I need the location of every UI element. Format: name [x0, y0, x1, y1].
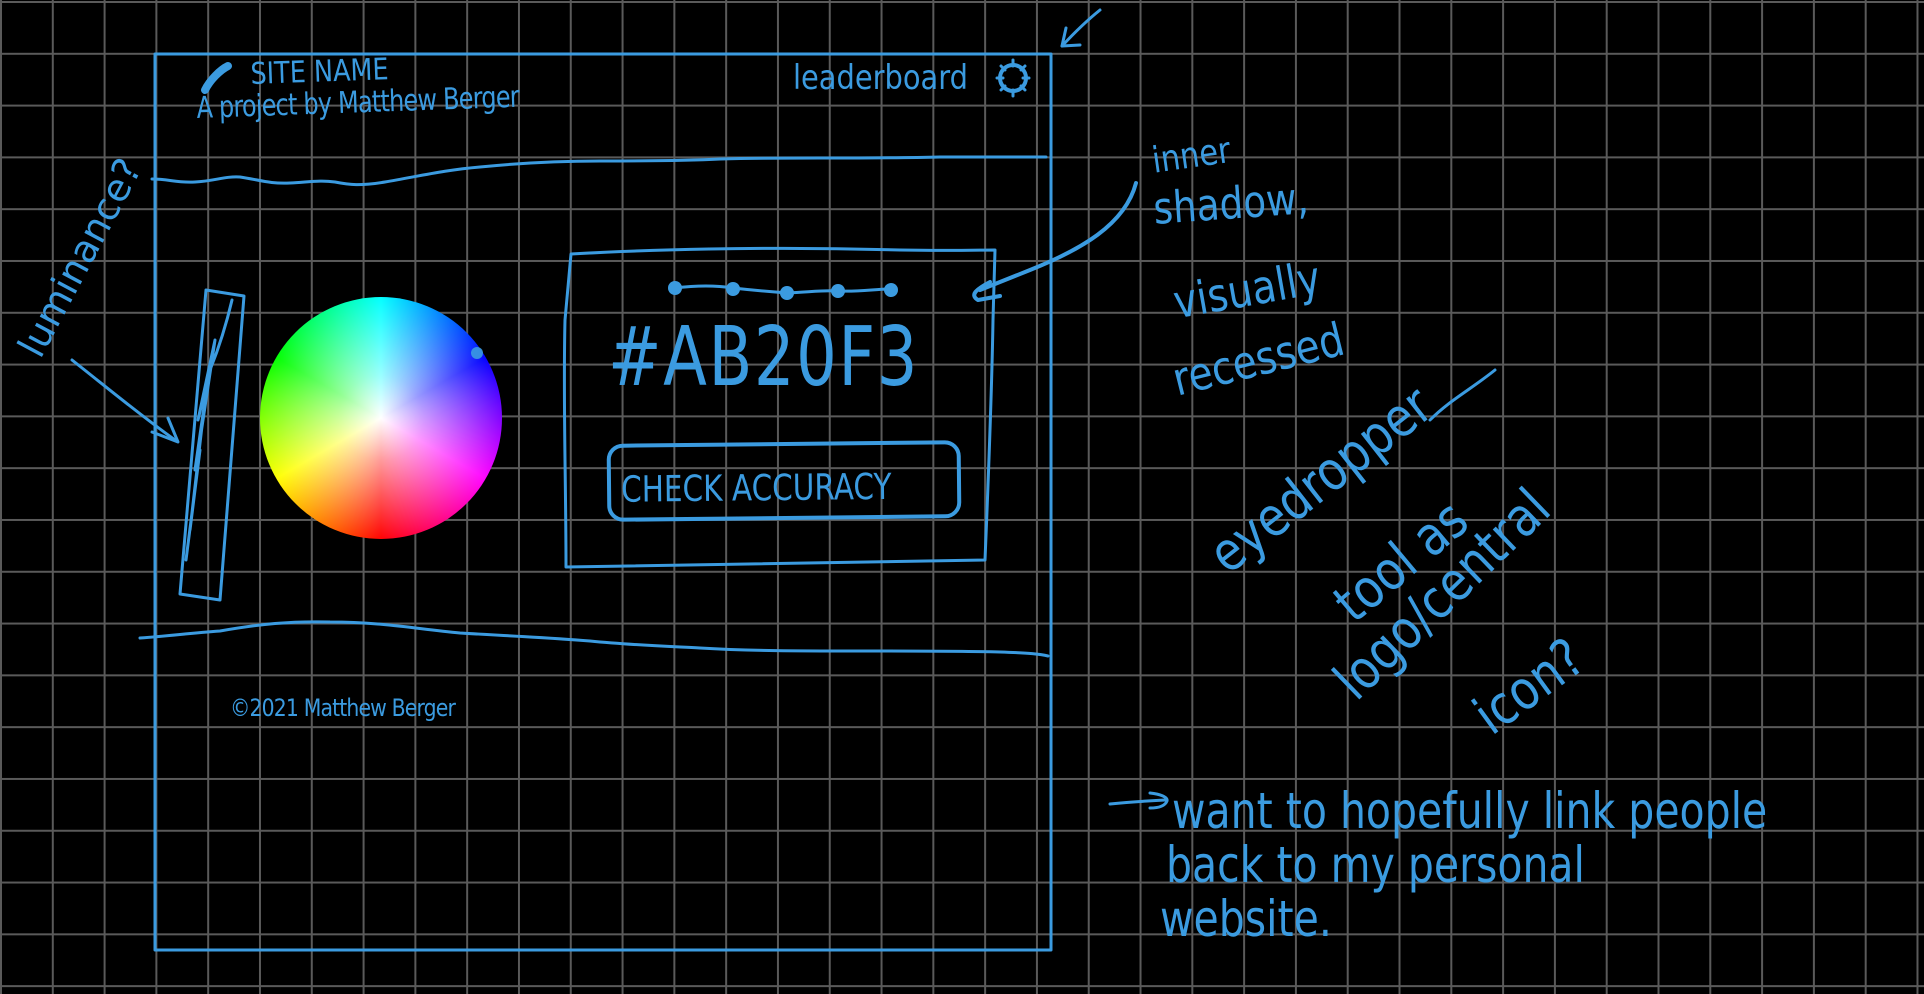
- check-accuracy-button[interactable]: CHECK ACCURACY: [606, 440, 962, 522]
- progress-dot[interactable]: [884, 283, 898, 297]
- color-wheel[interactable]: [260, 297, 502, 539]
- luminance-slider-outline: [178, 288, 246, 602]
- progress-dot[interactable]: [780, 286, 794, 300]
- settings-button[interactable]: [993, 56, 1033, 100]
- luminance-arrow: [70, 358, 177, 442]
- footer-copyright: ©2021 Matthew Berger: [230, 694, 456, 722]
- header-divider: [150, 155, 1048, 187]
- website-arrow: [1108, 798, 1167, 806]
- progress-dot[interactable]: [726, 282, 740, 296]
- color-wheel-handle[interactable]: [471, 347, 483, 359]
- inner-shadow-arrow: [978, 181, 1138, 292]
- annotation-shadow: shadow,: [1151, 173, 1311, 235]
- leaderboard-link[interactable]: leaderboard: [793, 58, 968, 98]
- annotation-website-line2: back to my personal: [1166, 836, 1585, 894]
- footer-divider: [138, 620, 1050, 658]
- progress-dot[interactable]: [668, 281, 682, 295]
- corner-arrow: [1060, 8, 1102, 48]
- gear-icon: [995, 58, 1031, 98]
- hex-code-display: #AB20F3: [608, 310, 920, 405]
- check-accuracy-label: CHECK ACCURACY: [620, 466, 892, 511]
- logo-leaf: [201, 62, 232, 94]
- eyedropper-flourish: [1428, 368, 1497, 422]
- annotation-website-line1: want to hopefully link people: [1172, 782, 1768, 840]
- progress-dot[interactable]: [831, 284, 845, 298]
- annotation-website-line3: website.: [1160, 890, 1332, 948]
